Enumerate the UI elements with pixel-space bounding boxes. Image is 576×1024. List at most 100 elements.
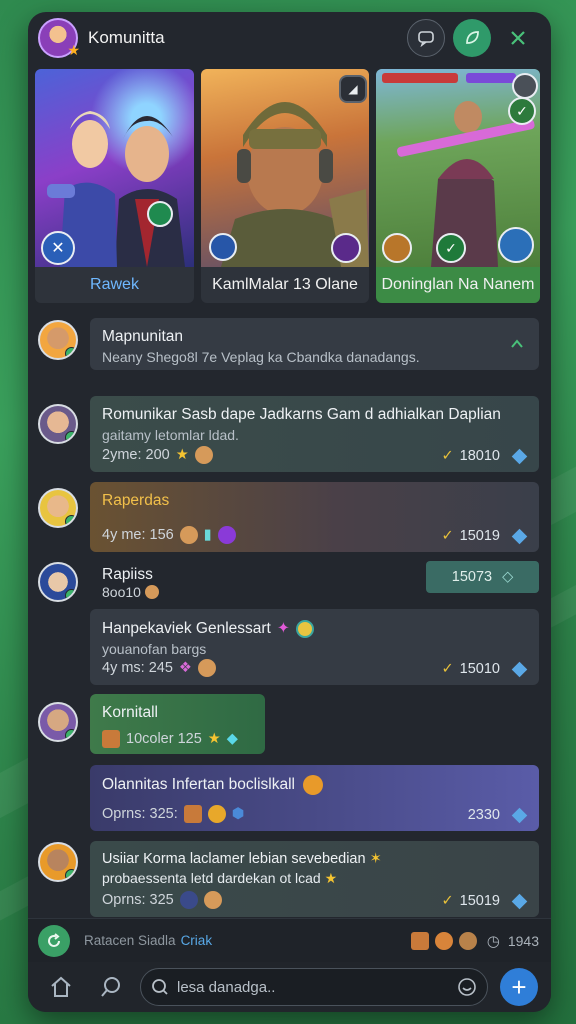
post-bubble[interactable]: Kornitall 10coler 125 ★ ◆: [90, 694, 265, 754]
bottom-nav: +: [28, 962, 551, 1012]
globe-badge-icon: [498, 227, 534, 263]
post-title: Raperdas: [102, 492, 170, 509]
refresh-button[interactable]: [38, 924, 70, 957]
star-icon: ★: [324, 870, 338, 886]
score-value: 2330: [467, 807, 500, 823]
close-icon: [511, 31, 525, 45]
status-bar: Ratacen Siadla Criak ◷ 1943: [28, 918, 551, 962]
avatar[interactable]: [38, 562, 78, 602]
score-value: 15010: [459, 661, 500, 677]
diamond-outline-icon: ◇: [502, 569, 514, 585]
post-bubble[interactable]: Romunikar Sasb dape Jadkarns Gam d adhia…: [90, 396, 539, 472]
avatar[interactable]: [38, 702, 78, 742]
community-button[interactable]: [453, 19, 491, 57]
avatar[interactable]: [38, 842, 78, 882]
post-meta-text: Oprns: 325:: [102, 806, 178, 822]
post-subtitle: 8oo10: [102, 584, 159, 600]
post-subtitle: probaessenta letd dardekan ot lcad ★: [102, 870, 527, 887]
post-bubble[interactable]: Hanpekaviek Genlessart ✦ youanofan bargs …: [90, 609, 539, 685]
verified-icon: [65, 515, 76, 526]
verified-icon: [65, 347, 76, 358]
emoji-icon[interactable]: [457, 977, 477, 997]
post-title: Olannitas Infertan boclislkall: [102, 775, 527, 795]
card-kamlmalar[interactable]: ◢ KamlMalar 13 Olane: [201, 69, 369, 303]
search-nav-button[interactable]: [94, 970, 128, 1004]
card-label: KamlMalar 13 Olane: [212, 276, 358, 293]
home-icon: [51, 976, 71, 997]
leaf-icon: [466, 31, 479, 44]
close-button[interactable]: [499, 19, 537, 57]
avatar[interactable]: [38, 404, 78, 444]
score-value: 18010: [459, 448, 500, 464]
post-meta-text: 2yme: 200: [102, 447, 170, 463]
fire-badge-icon: [382, 233, 412, 263]
search-input[interactable]: [177, 978, 457, 996]
search-input-wrapper[interactable]: [140, 968, 488, 1006]
expand-icon[interactable]: [509, 336, 525, 352]
post-title: Hanpekaviek Genlessart ✦: [102, 619, 527, 638]
post-score: ✓ 15019: [441, 893, 528, 909]
diamond-icon: ◆: [226, 731, 238, 747]
card-doninglan[interactable]: ✓ ✓ Doninglan Na Nanem: [376, 69, 540, 303]
cookie-icon: [179, 526, 198, 544]
verified-icon: [65, 589, 76, 600]
star-icon: ★: [175, 447, 189, 463]
settings-badge-icon[interactable]: [512, 73, 538, 99]
post-score: ✓ 15010: [442, 661, 528, 677]
check-icon: ✓: [441, 528, 454, 544]
cookie-icon: [144, 585, 159, 599]
post-bubble[interactable]: Raperdas 4y me: 156 ▮ ✓ 15019: [90, 482, 539, 552]
header: ★ Komunitta: [28, 12, 551, 64]
feather-icon: ❖: [178, 660, 192, 676]
card-label: Doninglan Na Nanem: [381, 276, 535, 293]
add-button[interactable]: +: [500, 968, 538, 1006]
chat-icon: [418, 31, 434, 47]
post-score: ✓ 18010: [441, 448, 528, 464]
post-bubble[interactable]: Olannitas Infertan boclislkall Oprns: 32…: [90, 765, 539, 831]
check-badge-icon[interactable]: ✓: [508, 97, 536, 125]
profile-avatar[interactable]: ★: [38, 18, 80, 58]
home-button[interactable]: [44, 970, 78, 1004]
check-icon: ✓: [441, 893, 454, 909]
score-value: 15019: [459, 893, 500, 909]
pin-icon[interactable]: ◢: [339, 75, 367, 103]
diamond-icon: [511, 448, 528, 464]
gem-badge-icon: [147, 201, 173, 227]
check-icon: ✓: [441, 448, 454, 464]
post-title-text: Olannitas Infertan boclislkall: [102, 776, 295, 793]
score-value: 15019: [459, 528, 500, 544]
gem-icon: ✦: [276, 620, 290, 637]
search-icon: [152, 979, 168, 995]
orb-icon: [179, 891, 198, 909]
score-value: 15073: [451, 569, 493, 585]
sun-icon: [295, 619, 314, 638]
post-subtitle: gaitamy letomlar ldad.: [102, 427, 239, 443]
app-window: ★ Komunitta ✕ Rawek ◢ KamlMalar 13 Olane…: [28, 12, 551, 1012]
shield-icon: ⬢: [231, 806, 245, 822]
card-rawek[interactable]: ✕ Rawek: [35, 69, 194, 303]
post-bubble[interactable]: Mapnunitan Neany Shego8l 7e Veplag ka Cb…: [90, 318, 539, 370]
post-meta-text: 4y ms: 245: [102, 660, 173, 676]
avatar[interactable]: [38, 488, 78, 528]
diamond-icon: [511, 893, 528, 909]
plus-icon: +: [511, 972, 527, 1002]
bread-icon: [434, 931, 453, 950]
star-icon: ★: [67, 42, 80, 58]
coin-icon: [303, 775, 323, 795]
status-link[interactable]: Criak: [181, 933, 213, 948]
avatar[interactable]: [38, 320, 78, 360]
shield-badge-icon: [209, 233, 237, 261]
crate-icon: [183, 805, 202, 823]
sparkle-icon: ✶: [369, 851, 382, 867]
post-subtitle: youanofan bargs: [102, 641, 207, 657]
chat-button[interactable]: [407, 19, 445, 57]
clock-icon: ◷: [486, 932, 500, 950]
score-pill[interactable]: 15073 ◇: [426, 561, 539, 593]
post-bubble[interactable]: Usiiar Korma laclamer lebian sevebedian …: [90, 841, 539, 917]
cookie-icon: [197, 659, 216, 677]
post-meta-text: Oprns: 325: [102, 892, 174, 908]
post-score: ✓ 15019: [441, 528, 528, 544]
post-meta: Oprns: 325: [102, 891, 222, 909]
crate-icon: [410, 931, 429, 950]
post-meta: 2yme: 200 ★: [102, 446, 213, 464]
